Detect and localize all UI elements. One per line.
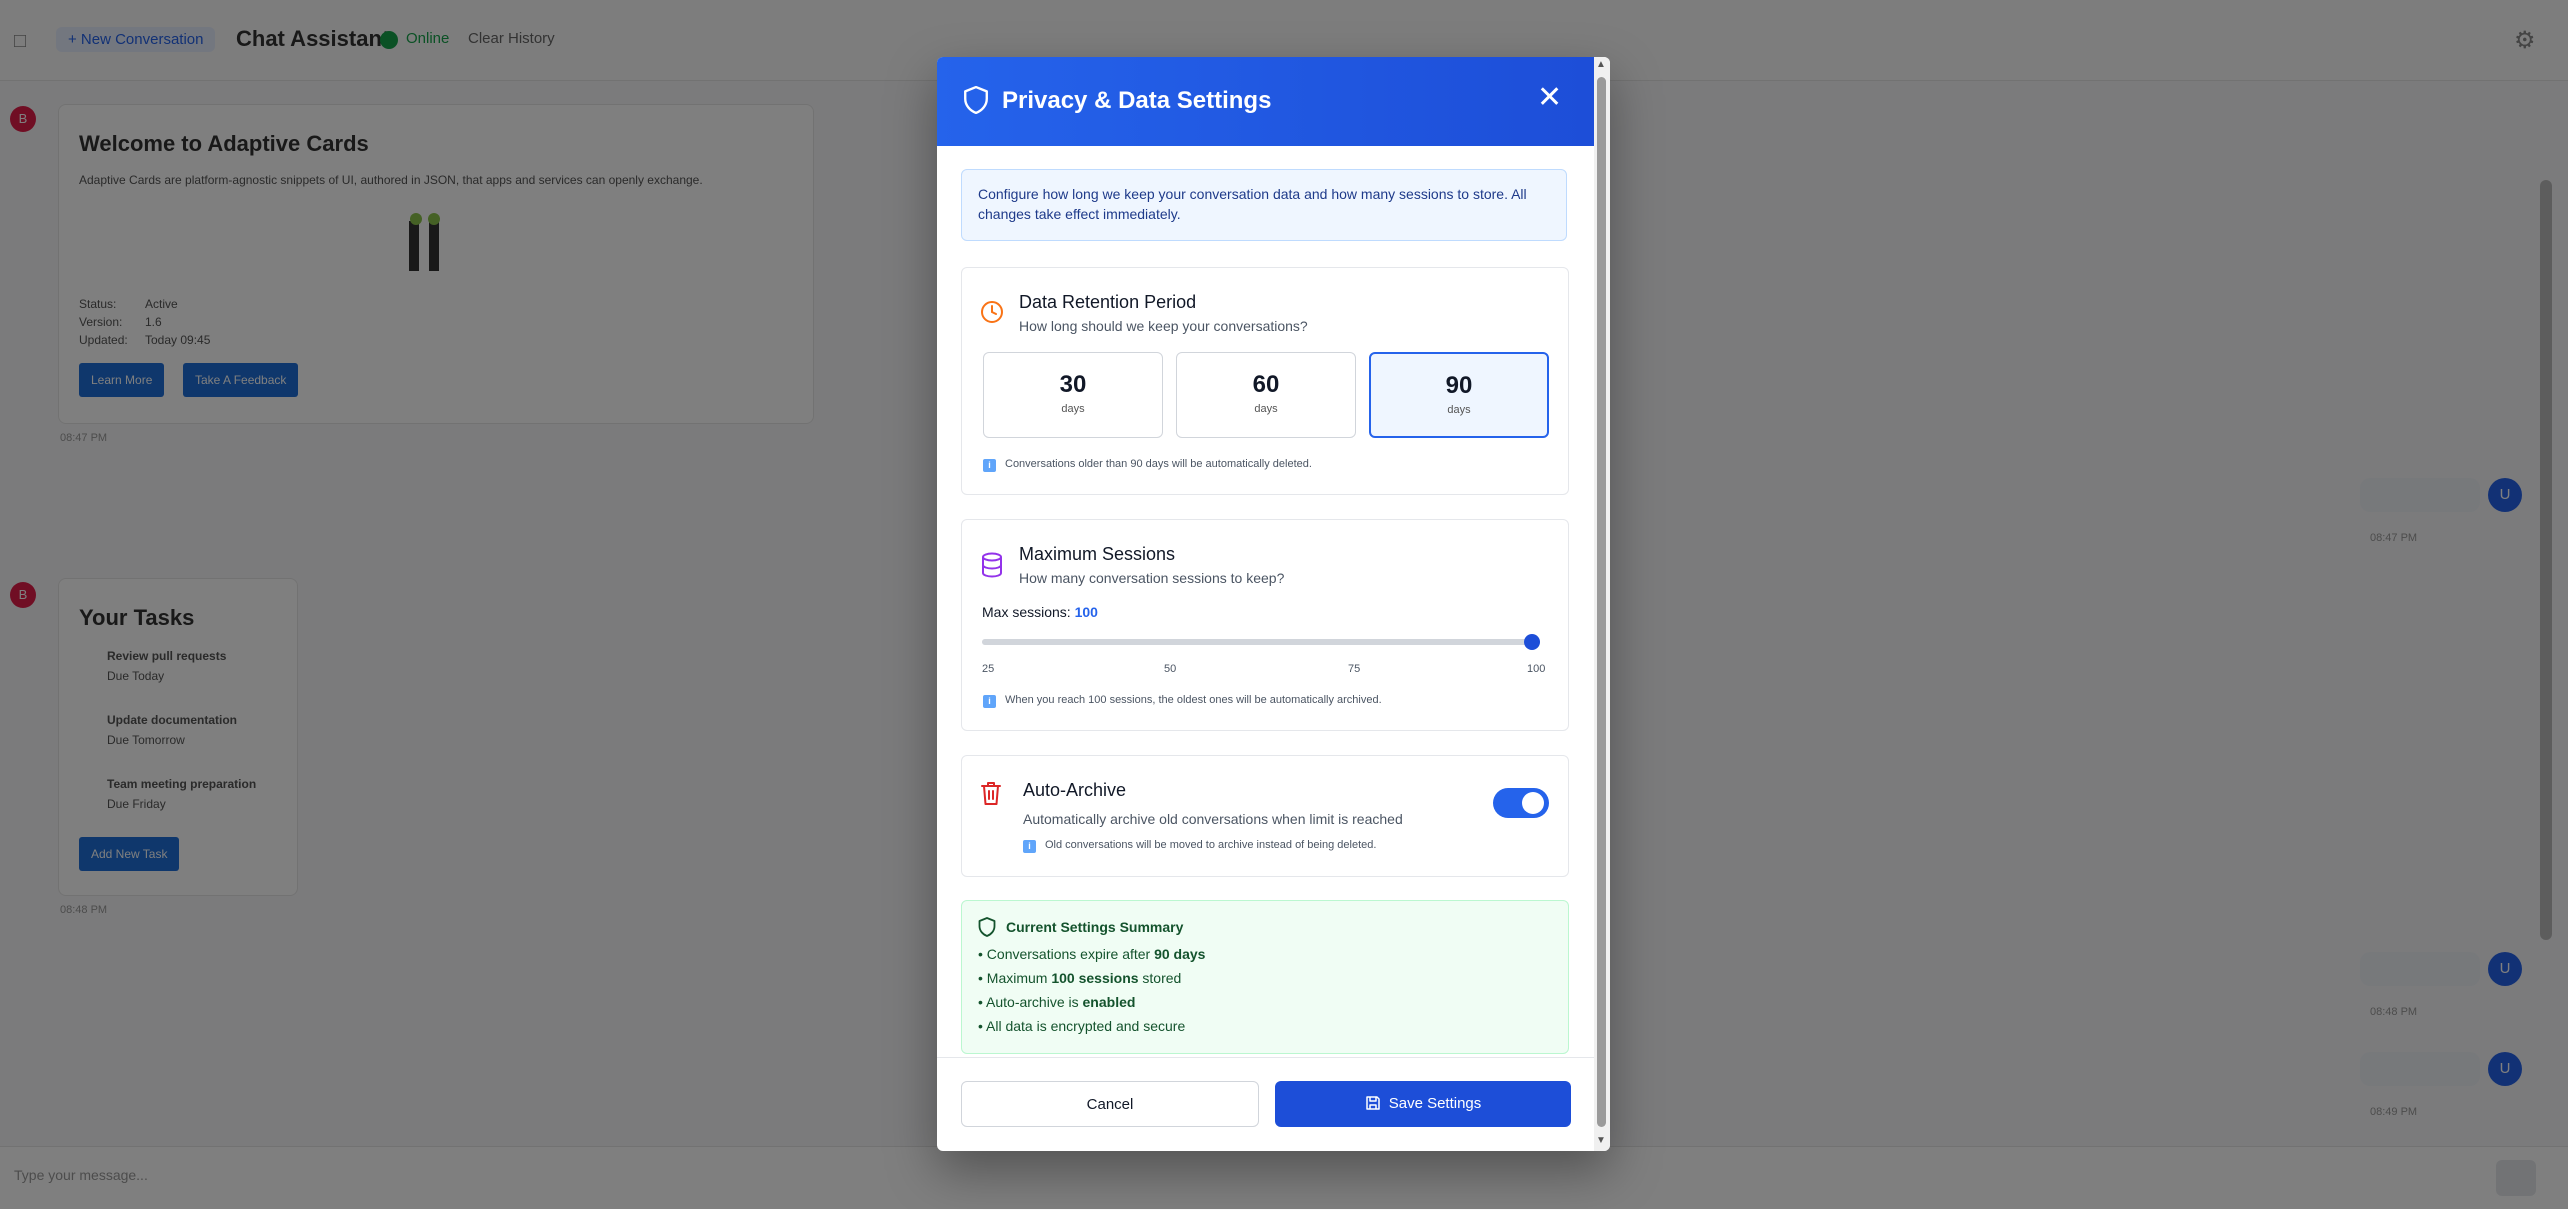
slider-tick: 25 [982,663,995,675]
auto-archive-title: Auto-Archive [1023,780,1127,800]
slider-fill [982,639,1532,645]
summary-text: stored [1138,970,1182,986]
sessions-title: Maximum Sessions [1019,544,1176,564]
modal-title: Privacy & Data Settings [1002,87,1272,114]
cancel-button[interactable]: Cancel [961,1081,1259,1127]
sessions-label-row: Max sessions: 100 [982,604,1098,620]
sessions-subtitle: How many conversation sessions to keep? [1019,570,1285,586]
sessions-value: 100 [1074,604,1098,620]
modal-scrollbar[interactable]: ▲ ▼ [1594,57,1610,1151]
sessions-label: Max sessions: [982,604,1071,620]
sessions-slider[interactable] [982,634,1540,650]
retention-option-90[interactable]: 90 days [1369,352,1549,438]
info-icon: i [983,459,996,472]
summary-text: • Maximum [978,970,1052,986]
info-icon: i [1023,840,1036,853]
summary-emphasis: enabled [1082,994,1136,1010]
slider-tick: 100 [1527,663,1546,675]
summary-line-encrypted: • All data is encrypted and secure [978,1018,1186,1034]
scroll-down-icon[interactable]: ▼ [1596,1135,1606,1146]
settings-summary: Current Settings Summary • Conversations… [961,900,1569,1054]
slider-tick: 75 [1348,663,1361,675]
option-unit: days [1061,403,1085,415]
summary-emphasis: 100 sessions [1051,970,1139,986]
max-sessions-section: Maximum Sessions How many conversation s… [961,519,1569,731]
sessions-note: When you reach 100 sessions, the oldest … [1005,694,1382,706]
toggle-knob [1522,792,1544,814]
summary-line-expire: • Conversations expire after 90 days [978,946,1205,962]
clock-icon [981,301,1003,323]
option-value: 90 [1445,372,1473,399]
summary-line-sessions: • Maximum 100 sessions stored [978,970,1181,986]
option-unit: days [1447,404,1471,416]
summary-text: • Conversations expire after [978,946,1155,962]
save-settings-label: Save Settings [1388,1095,1482,1112]
slider-tick: 50 [1164,663,1177,675]
retention-option-30[interactable]: 30 days [983,352,1163,438]
retention-subtitle: How long should we keep your conversatio… [1019,318,1308,334]
auto-archive-section: Auto-Archive Automatically archive old c… [961,755,1569,877]
info-icon: i [983,695,996,708]
intro-info-box: Configure how long we keep your conversa… [961,169,1567,241]
retention-option-60[interactable]: 60 days [1176,352,1356,438]
footer-divider [937,1057,1594,1058]
database-icon [982,552,1002,578]
auto-archive-note: Old conversations will be moved to archi… [1045,839,1377,851]
privacy-settings-modal: Privacy & Data Settings ✕ ▲ ▼ Configure … [937,57,1610,1151]
summary-line-archive: • Auto-archive is enabled [978,994,1135,1010]
close-icon[interactable]: ✕ [1537,83,1562,113]
option-value: 60 [1252,371,1280,398]
option-unit: days [1254,403,1278,415]
slider-handle[interactable] [1524,634,1540,650]
shield-icon [964,86,988,114]
scrollbar-thumb[interactable] [1597,77,1606,1127]
data-retention-section: Data Retention Period How long should we… [961,267,1569,495]
summary-emphasis: 90 days [1154,946,1206,962]
option-value: 30 [1059,371,1087,398]
retention-title: Data Retention Period [1019,292,1197,312]
summary-text: • Auto-archive is [978,994,1083,1010]
auto-archive-toggle[interactable] [1493,788,1549,818]
shield-icon [978,917,996,937]
modal-header: Privacy & Data Settings ✕ [937,57,1594,146]
summary-title: Current Settings Summary [1006,919,1184,935]
save-icon [1365,1096,1380,1110]
trash-icon [981,782,1001,805]
save-settings-button[interactable]: Save Settings [1275,1081,1571,1127]
scroll-up-icon[interactable]: ▲ [1596,59,1606,70]
auto-archive-subtitle: Automatically archive old conversations … [1023,811,1403,827]
retention-note: Conversations older than 90 days will be… [1005,458,1312,470]
